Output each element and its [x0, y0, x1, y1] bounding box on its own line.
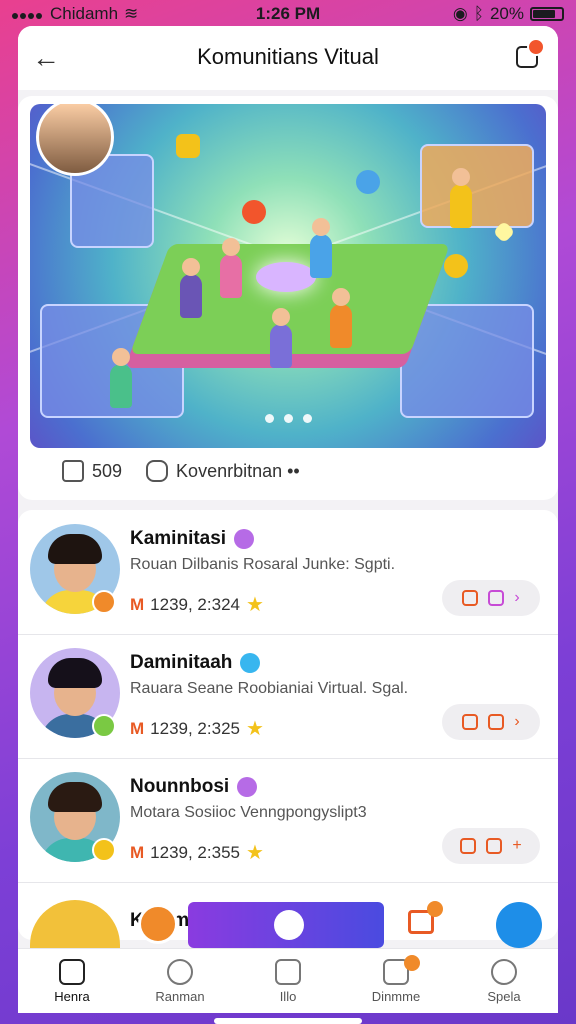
chevron-right-icon[interactable]: ›: [514, 589, 519, 607]
media-control-bar[interactable]: [188, 902, 384, 948]
carousel-dot[interactable]: [283, 414, 293, 423]
verified-icon: [234, 529, 255, 549]
star-icon: ★: [245, 594, 264, 616]
heart-icon: [242, 200, 266, 224]
search-icon: [491, 958, 517, 985]
top-bar: ← Komunitians Vitual: [18, 26, 558, 90]
community-list: Kaminitasi Rouan Dilbanis Rosaral Junke:…: [18, 510, 558, 940]
thumbs-up-icon: [62, 460, 84, 482]
avatar-figure: [270, 308, 292, 368]
chevron-right-icon[interactable]: +: [512, 837, 521, 855]
alarm-icon: ◉: [452, 4, 468, 23]
chevron-right-icon[interactable]: ›: [514, 713, 519, 731]
hero-card: 509 Kovenrbitnan ••: [18, 96, 558, 500]
m-icon: M: [130, 594, 145, 614]
message-icon[interactable]: [488, 714, 505, 730]
status-bar: Chidamh ≋ 1:26 PM ◉ ᛒ 20%: [0, 0, 576, 26]
tab-calendar[interactable]: Dinmme: [342, 949, 450, 1013]
avatar-figure: [330, 288, 352, 348]
tab-folder[interactable]: Illo: [234, 949, 342, 1013]
message-icon[interactable]: [488, 590, 505, 606]
bluetooth-icon: ᛒ: [473, 4, 484, 23]
virtual-room-panel: [420, 144, 534, 228]
carousel-indicator[interactable]: [30, 410, 546, 428]
post-actions: 509 Kovenrbitnan ••: [62, 460, 300, 482]
status-right: ◉ ᛒ 20%: [453, 4, 564, 24]
status-badge: [92, 714, 116, 738]
bottom-tab-bar: Henra Ranman Illo Dinmme Spela: [18, 948, 558, 1013]
list-item[interactable]: Kaminitasi Rouan Dilbanis Rosaral Junke:…: [18, 510, 558, 635]
comment-label: Kovenrbitnan ••: [176, 460, 300, 481]
folder-icon: [275, 958, 301, 985]
status-badge: [92, 590, 116, 614]
member-name: Daminitaah: [130, 652, 261, 674]
m-icon: M: [130, 718, 145, 738]
like-button[interactable]: 509: [62, 460, 122, 482]
tab-search[interactable]: Spela: [450, 949, 558, 1013]
notification-badge: [527, 38, 545, 56]
add-post-icon[interactable]: [408, 901, 443, 934]
avatar-figure: [180, 258, 202, 318]
notification-icon[interactable]: [516, 38, 545, 68]
member-stats: M 1239, 2:325 ★: [130, 718, 264, 740]
app-screen: ← Komunitians Vitual 509 Kovenrbitnan ••…: [18, 26, 558, 1012]
action-pill[interactable]: ›: [442, 704, 540, 740]
join-icon[interactable]: [460, 838, 477, 854]
play-icon[interactable]: [274, 910, 304, 940]
tab-badge: [404, 955, 420, 971]
comment-icon: [146, 460, 169, 482]
avatar-figure: [450, 168, 472, 228]
badge-icon[interactable]: [138, 904, 178, 944]
status-badge: [92, 838, 116, 862]
share-icon: [356, 170, 380, 194]
star-icon: ★: [245, 718, 264, 740]
verified-icon: [237, 777, 258, 797]
carousel-dot[interactable]: [264, 414, 274, 423]
hologram-table: [256, 262, 316, 292]
member-stats: M 1239, 2:355 ★: [130, 842, 264, 864]
battery-icon: [530, 7, 564, 21]
action-pill[interactable]: +: [442, 828, 540, 864]
chat-bubble-icon: [176, 134, 200, 158]
join-icon[interactable]: [462, 590, 479, 606]
add-badge: [427, 901, 443, 917]
verified-icon: [240, 653, 261, 673]
avatar-figure: [220, 238, 242, 298]
member-description: Motara Sosiioc Venngpongyslipt3: [130, 804, 367, 821]
like-count: 509: [92, 460, 123, 481]
star-icon: ★: [245, 842, 264, 864]
member-description: Rouan Dilbanis Rosaral Junke: Sgpti.: [130, 556, 396, 573]
avatar-figure: [310, 218, 332, 278]
join-icon[interactable]: [462, 714, 479, 730]
m-icon: M: [130, 842, 145, 862]
home-indicator: [214, 1018, 362, 1024]
tab-home[interactable]: Henra: [18, 949, 126, 1013]
battery-percent: 20%: [489, 4, 524, 23]
member-name: Kaminitasi: [130, 528, 255, 550]
avatar-figure: [110, 348, 132, 408]
tab-explore[interactable]: Ranman: [126, 949, 234, 1013]
list-item[interactable]: Daminitaah Rauara Seane Roobianiai Virtu…: [18, 634, 558, 759]
list-item[interactable]: Nounnbosi Motara Sosiioc Venngpongyslipt…: [18, 758, 558, 883]
activity-fab[interactable]: [496, 902, 542, 948]
action-pill[interactable]: ›: [442, 580, 540, 616]
home-icon: [59, 958, 85, 985]
coin-icon: [444, 254, 468, 278]
member-description: Rauara Seane Roobianiai Virtual. Sgal.: [130, 680, 409, 697]
hero-image[interactable]: [30, 104, 546, 448]
member-name: Nounnbosi: [130, 776, 258, 798]
comment-button[interactable]: Kovenrbitnan ••: [146, 460, 300, 482]
member-stats: M 1239, 2:324 ★: [130, 594, 264, 616]
page-title: Komunitians Vitual: [197, 44, 379, 69]
carousel-dot[interactable]: [302, 414, 312, 423]
explore-icon: [167, 958, 193, 985]
message-icon[interactable]: [486, 838, 503, 854]
